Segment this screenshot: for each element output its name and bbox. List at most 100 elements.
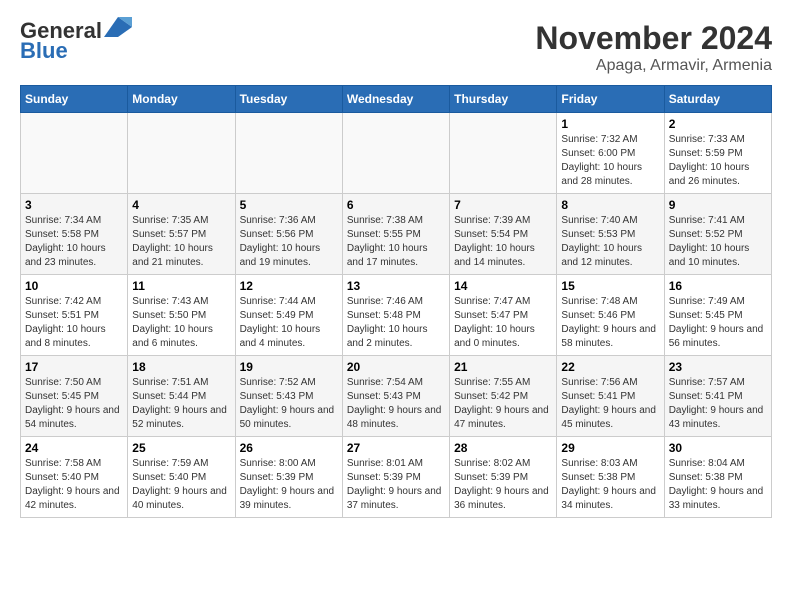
page-subtitle: Apaga, Armavir, Armenia [535, 57, 772, 75]
calendar-day-cell: 14 Sunrise: 7:47 AM Sunset: 5:47 PM Dayli… [450, 275, 557, 356]
day-number: 28 [454, 441, 552, 455]
calendar-day-cell: 15 Sunrise: 7:48 AM Sunset: 5:46 PM Dayli… [557, 275, 664, 356]
calendar-weekday-header: Thursday [450, 86, 557, 113]
page-title: November 2024 [535, 20, 772, 57]
day-info: Sunrise: 7:54 AM Sunset: 5:43 PM Dayligh… [347, 376, 445, 432]
day-info: Sunrise: 7:47 AM Sunset: 5:47 PM Dayligh… [454, 295, 552, 351]
day-info: Sunrise: 7:57 AM Sunset: 5:41 PM Dayligh… [669, 376, 767, 432]
day-info: Sunrise: 7:48 AM Sunset: 5:46 PM Dayligh… [561, 295, 659, 351]
calendar-day-cell: 22Sunrise: 7:56 AM Sunset: 5:41 PM Dayli… [557, 356, 664, 437]
calendar-day-cell: 29 Sunrise: 8:03 AM Sunset: 5:38 PM Dayli… [557, 437, 664, 518]
calendar-week-row: 3 Sunrise: 7:34 AM Sunset: 5:58 PM Daylig… [21, 194, 772, 275]
calendar-day-cell [342, 113, 449, 194]
calendar-day-cell: 19 Sunrise: 7:52 AM Sunset: 5:43 PM Dayli… [235, 356, 342, 437]
calendar-day-cell: 2 Sunrise: 7:33 AM Sunset: 5:59 PM Daylig… [664, 113, 771, 194]
calendar-day-cell [128, 113, 235, 194]
calendar-day-cell: 17 Sunrise: 7:50 AM Sunset: 5:45 PM Dayli… [21, 356, 128, 437]
day-number: 19 [240, 360, 338, 374]
calendar-day-cell: 12 Sunrise: 7:44 AM Sunset: 5:49 PM Dayli… [235, 275, 342, 356]
day-number: 1 [561, 117, 659, 131]
calendar-day-cell: 30 Sunrise: 8:04 AM Sunset: 5:38 PM Dayli… [664, 437, 771, 518]
day-info: Sunrise: 7:51 AM Sunset: 5:44 PM Dayligh… [132, 376, 230, 432]
calendar-week-row: 10 Sunrise: 7:42 AM Sunset: 5:51 PM Dayli… [21, 275, 772, 356]
day-number: 21 [454, 360, 552, 374]
calendar-day-cell: 25Sunrise: 7:59 AM Sunset: 5:40 PM Dayli… [128, 437, 235, 518]
day-number: 20 [347, 360, 445, 374]
day-number: 4 [132, 198, 230, 212]
calendar-day-cell: 3 Sunrise: 7:34 AM Sunset: 5:58 PM Daylig… [21, 194, 128, 275]
calendar-weekday-header: Tuesday [235, 86, 342, 113]
day-info: Sunrise: 8:01 AM Sunset: 5:39 PM Dayligh… [347, 457, 445, 513]
calendar-day-cell: 21 Sunrise: 7:55 AM Sunset: 5:42 PM Dayli… [450, 356, 557, 437]
logo: General Blue [20, 20, 132, 64]
calendar-header-row: SundayMondayTuesdayWednesdayThursdayFrid… [21, 86, 772, 113]
calendar-weekday-header: Saturday [664, 86, 771, 113]
day-info: Sunrise: 7:33 AM Sunset: 5:59 PM Dayligh… [669, 133, 767, 189]
day-number: 24 [25, 441, 123, 455]
calendar-day-cell [450, 113, 557, 194]
page-header: General Blue November 2024 Apaga, Armavi… [20, 20, 772, 75]
day-number: 18 [132, 360, 230, 374]
calendar-day-cell: 20 Sunrise: 7:54 AM Sunset: 5:43 PM Dayli… [342, 356, 449, 437]
day-number: 23 [669, 360, 767, 374]
day-number: 3 [25, 198, 123, 212]
day-number: 2 [669, 117, 767, 131]
calendar-day-cell: 5Sunrise: 7:36 AM Sunset: 5:56 PM Daylig… [235, 194, 342, 275]
calendar-weekday-header: Wednesday [342, 86, 449, 113]
calendar-day-cell: 24 Sunrise: 7:58 AM Sunset: 5:40 PM Dayli… [21, 437, 128, 518]
day-number: 16 [669, 279, 767, 293]
calendar-day-cell: 4 Sunrise: 7:35 AM Sunset: 5:57 PM Daylig… [128, 194, 235, 275]
day-info: Sunrise: 8:04 AM Sunset: 5:38 PM Dayligh… [669, 457, 767, 513]
day-info: Sunrise: 7:59 AM Sunset: 5:40 PM Dayligh… [132, 457, 230, 513]
calendar-table: SundayMondayTuesdayWednesdayThursdayFrid… [20, 85, 772, 518]
calendar-day-cell: 16 Sunrise: 7:49 AM Sunset: 5:45 PM Dayli… [664, 275, 771, 356]
day-number: 14 [454, 279, 552, 293]
day-number: 7 [454, 198, 552, 212]
calendar-day-cell: 9Sunrise: 7:41 AM Sunset: 5:52 PM Daylig… [664, 194, 771, 275]
calendar-day-cell: 1 Sunrise: 7:32 AM Sunset: 6:00 PM Daylig… [557, 113, 664, 194]
calendar-weekday-header: Sunday [21, 86, 128, 113]
day-info: Sunrise: 7:50 AM Sunset: 5:45 PM Dayligh… [25, 376, 123, 432]
title-block: November 2024 Apaga, Armavir, Armenia [535, 20, 772, 75]
day-info: Sunrise: 7:32 AM Sunset: 6:00 PM Dayligh… [561, 133, 659, 189]
day-info: Sunrise: 7:39 AM Sunset: 5:54 PM Dayligh… [454, 214, 552, 270]
day-number: 22 [561, 360, 659, 374]
day-number: 15 [561, 279, 659, 293]
day-number: 30 [669, 441, 767, 455]
day-number: 29 [561, 441, 659, 455]
calendar-day-cell: 10 Sunrise: 7:42 AM Sunset: 5:51 PM Dayli… [21, 275, 128, 356]
day-number: 10 [25, 279, 123, 293]
calendar-day-cell: 6 Sunrise: 7:38 AM Sunset: 5:55 PM Daylig… [342, 194, 449, 275]
day-number: 12 [240, 279, 338, 293]
day-info: Sunrise: 7:35 AM Sunset: 5:57 PM Dayligh… [132, 214, 230, 270]
day-number: 6 [347, 198, 445, 212]
day-number: 17 [25, 360, 123, 374]
day-number: 27 [347, 441, 445, 455]
calendar-day-cell: 7 Sunrise: 7:39 AM Sunset: 5:54 PM Daylig… [450, 194, 557, 275]
day-info: Sunrise: 7:58 AM Sunset: 5:40 PM Dayligh… [25, 457, 123, 513]
day-info: Sunrise: 7:55 AM Sunset: 5:42 PM Dayligh… [454, 376, 552, 432]
calendar-day-cell: 18 Sunrise: 7:51 AM Sunset: 5:44 PM Dayli… [128, 356, 235, 437]
day-info: Sunrise: 7:38 AM Sunset: 5:55 PM Dayligh… [347, 214, 445, 270]
calendar-day-cell [235, 113, 342, 194]
calendar-week-row: 1 Sunrise: 7:32 AM Sunset: 6:00 PM Daylig… [21, 113, 772, 194]
day-info: Sunrise: 7:44 AM Sunset: 5:49 PM Dayligh… [240, 295, 338, 351]
calendar-day-cell: 26Sunrise: 8:00 AM Sunset: 5:39 PM Dayli… [235, 437, 342, 518]
calendar-day-cell: 11Sunrise: 7:43 AM Sunset: 5:50 PM Dayli… [128, 275, 235, 356]
day-info: Sunrise: 7:42 AM Sunset: 5:51 PM Dayligh… [25, 295, 123, 351]
calendar-day-cell: 27 Sunrise: 8:01 AM Sunset: 5:39 PM Dayli… [342, 437, 449, 518]
day-info: Sunrise: 7:52 AM Sunset: 5:43 PM Dayligh… [240, 376, 338, 432]
day-info: Sunrise: 8:00 AM Sunset: 5:39 PM Dayligh… [240, 457, 338, 513]
calendar-week-row: 17 Sunrise: 7:50 AM Sunset: 5:45 PM Dayli… [21, 356, 772, 437]
day-info: Sunrise: 7:34 AM Sunset: 5:58 PM Dayligh… [25, 214, 123, 270]
calendar-day-cell: 23 Sunrise: 7:57 AM Sunset: 5:41 PM Dayli… [664, 356, 771, 437]
calendar-week-row: 24 Sunrise: 7:58 AM Sunset: 5:40 PM Dayli… [21, 437, 772, 518]
day-number: 8 [561, 198, 659, 212]
logo-blue-text: Blue [20, 38, 68, 64]
day-info: Sunrise: 7:40 AM Sunset: 5:53 PM Dayligh… [561, 214, 659, 270]
day-info: Sunrise: 7:49 AM Sunset: 5:45 PM Dayligh… [669, 295, 767, 351]
calendar-day-cell: 8 Sunrise: 7:40 AM Sunset: 5:53 PM Daylig… [557, 194, 664, 275]
calendar-day-cell: 13Sunrise: 7:46 AM Sunset: 5:48 PM Dayli… [342, 275, 449, 356]
day-number: 11 [132, 279, 230, 293]
day-info: Sunrise: 8:03 AM Sunset: 5:38 PM Dayligh… [561, 457, 659, 513]
